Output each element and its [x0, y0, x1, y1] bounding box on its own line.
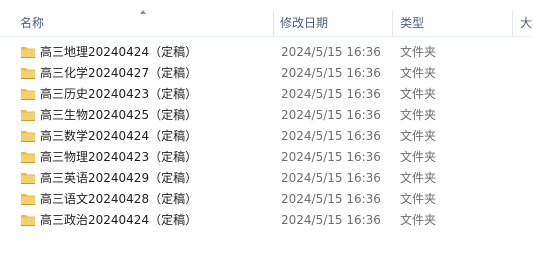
file-row[interactable]: 高三语文20240428（定稿） 2024/5/15 16:36 文件夹 — [0, 189, 533, 210]
file-row[interactable]: 高三地理20240424（定稿） 2024/5/15 16:36 文件夹 — [0, 42, 533, 63]
column-header-name[interactable]: 名称 — [20, 0, 270, 36]
file-modified: 2024/5/15 16:36 — [281, 150, 381, 164]
file-type: 文件夹 — [400, 213, 437, 227]
folder-icon — [20, 213, 36, 227]
file-modified: 2024/5/15 16:36 — [281, 192, 381, 206]
file-modified: 2024/5/15 16:36 — [281, 87, 381, 101]
file-name[interactable]: 高三物理20240423（定稿） — [40, 147, 197, 168]
folder-icon — [20, 45, 36, 59]
file-name[interactable]: 高三化学20240427（定稿） — [40, 63, 197, 84]
file-type: 文件夹 — [400, 129, 437, 143]
file-row[interactable]: 高三数学20240424（定稿） 2024/5/15 16:36 文件夹 — [0, 126, 533, 147]
file-type: 文件夹 — [400, 108, 437, 122]
folder-icon — [20, 108, 36, 122]
column-header-size[interactable]: 大小 — [520, 0, 533, 36]
file-modified: 2024/5/15 16:36 — [281, 66, 381, 80]
column-header-modified[interactable]: 修改日期 — [280, 0, 390, 36]
column-divider[interactable] — [512, 10, 513, 36]
file-type: 文件夹 — [400, 192, 437, 206]
file-name[interactable]: 高三英语20240429（定稿） — [40, 168, 197, 189]
file-name[interactable]: 高三历史20240423（定稿） — [40, 84, 197, 105]
file-name[interactable]: 高三生物20240425（定稿） — [40, 105, 197, 126]
file-row[interactable]: 高三生物20240425（定稿） 2024/5/15 16:36 文件夹 — [0, 105, 533, 126]
file-modified: 2024/5/15 16:36 — [281, 45, 381, 59]
column-divider[interactable] — [273, 10, 274, 36]
file-name[interactable]: 高三地理20240424（定稿） — [40, 42, 197, 63]
file-modified: 2024/5/15 16:36 — [281, 171, 381, 185]
file-list: 高三地理20240424（定稿） 2024/5/15 16:36 文件夹 高三化… — [0, 42, 533, 231]
folder-icon — [20, 150, 36, 164]
folder-icon — [20, 192, 36, 206]
file-row[interactable]: 高三化学20240427（定稿） 2024/5/15 16:36 文件夹 — [0, 63, 533, 84]
file-name[interactable]: 高三政治20240424（定稿） — [40, 210, 197, 231]
sort-ascending-icon — [140, 10, 146, 14]
file-name[interactable]: 高三语文20240428（定稿） — [40, 189, 197, 210]
file-name[interactable]: 高三数学20240424（定稿） — [40, 126, 197, 147]
folder-icon — [20, 87, 36, 101]
file-row[interactable]: 高三物理20240423（定稿） 2024/5/15 16:36 文件夹 — [0, 147, 533, 168]
file-modified: 2024/5/15 16:36 — [281, 108, 381, 122]
column-header-type[interactable]: 类型 — [400, 0, 510, 36]
file-type: 文件夹 — [400, 150, 437, 164]
file-type: 文件夹 — [400, 171, 437, 185]
file-type: 文件夹 — [400, 66, 437, 80]
column-header-bar: 名称 修改日期 类型 大小 — [0, 0, 533, 37]
folder-icon — [20, 129, 36, 143]
file-type: 文件夹 — [400, 45, 437, 59]
file-row[interactable]: 高三政治20240424（定稿） 2024/5/15 16:36 文件夹 — [0, 210, 533, 231]
file-type: 文件夹 — [400, 87, 437, 101]
file-modified: 2024/5/15 16:36 — [281, 129, 381, 143]
file-row[interactable]: 高三历史20240423（定稿） 2024/5/15 16:36 文件夹 — [0, 84, 533, 105]
file-modified: 2024/5/15 16:36 — [281, 213, 381, 227]
folder-icon — [20, 171, 36, 185]
column-divider[interactable] — [392, 10, 393, 36]
file-row[interactable]: 高三英语20240429（定稿） 2024/5/15 16:36 文件夹 — [0, 168, 533, 189]
folder-icon — [20, 66, 36, 80]
